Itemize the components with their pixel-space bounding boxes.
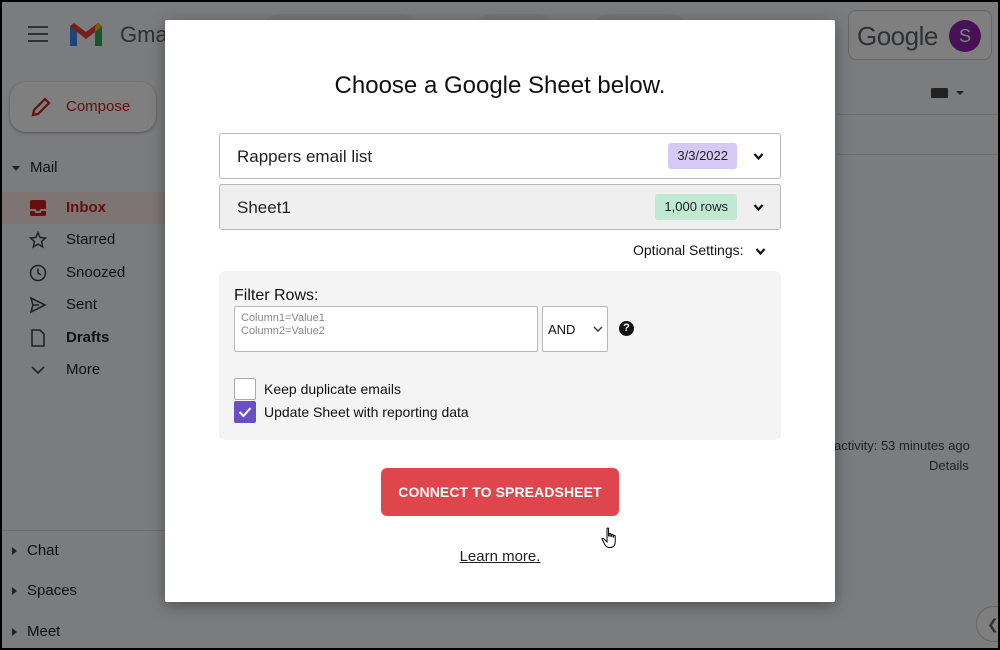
optional-settings-label: Optional Settings:: [633, 242, 744, 258]
spreadsheet-select[interactable]: Rappers email list 3/3/2022: [219, 133, 781, 179]
sheet-picker-modal: Choose a Google Sheet below. Rappers ema…: [165, 20, 835, 602]
optional-settings-panel: Filter Rows: Column1=Value1 Column2=Valu…: [219, 271, 781, 440]
modal-title: Choose a Google Sheet below.: [334, 72, 666, 99]
connect-to-spreadsheet-button[interactable]: CONNECT TO SPREADSHEET: [381, 468, 619, 516]
checkmark-icon: [238, 407, 252, 418]
hand-cursor-icon: [601, 527, 616, 548]
filter-operator-value: AND: [548, 322, 576, 337]
filter-rows-input[interactable]: Column1=Value1 Column2=Value2: [234, 306, 538, 352]
chevron-down-icon: [756, 248, 766, 255]
row-count-badge: 1,000 rows: [655, 194, 737, 220]
update-sheet-label: Update Sheet with reporting data: [264, 404, 469, 420]
optional-settings-toggle[interactable]: Optional Settings:: [633, 242, 766, 258]
keep-duplicates-checkbox[interactable]: [234, 378, 256, 400]
help-icon[interactable]: ?: [619, 321, 634, 336]
sheet-name: Sheet1: [237, 198, 291, 217]
chevron-down-icon: [593, 326, 603, 332]
learn-more-container: Learn more.: [165, 548, 835, 565]
update-sheet-checkbox[interactable]: [234, 401, 256, 423]
spreadsheet-name: Rappers email list: [237, 147, 373, 166]
filter-rows-label: Filter Rows:: [234, 287, 319, 304]
learn-more-link[interactable]: Learn more.: [460, 548, 541, 565]
sheet-tab-select[interactable]: Sheet1 1,000 rows: [219, 184, 781, 230]
filter-operator-select[interactable]: AND: [542, 306, 608, 352]
keep-duplicates-label: Keep duplicate emails: [264, 381, 401, 397]
date-badge: 3/3/2022: [668, 143, 737, 169]
chevron-down-icon: [753, 204, 764, 212]
chevron-down-icon: [753, 153, 764, 161]
